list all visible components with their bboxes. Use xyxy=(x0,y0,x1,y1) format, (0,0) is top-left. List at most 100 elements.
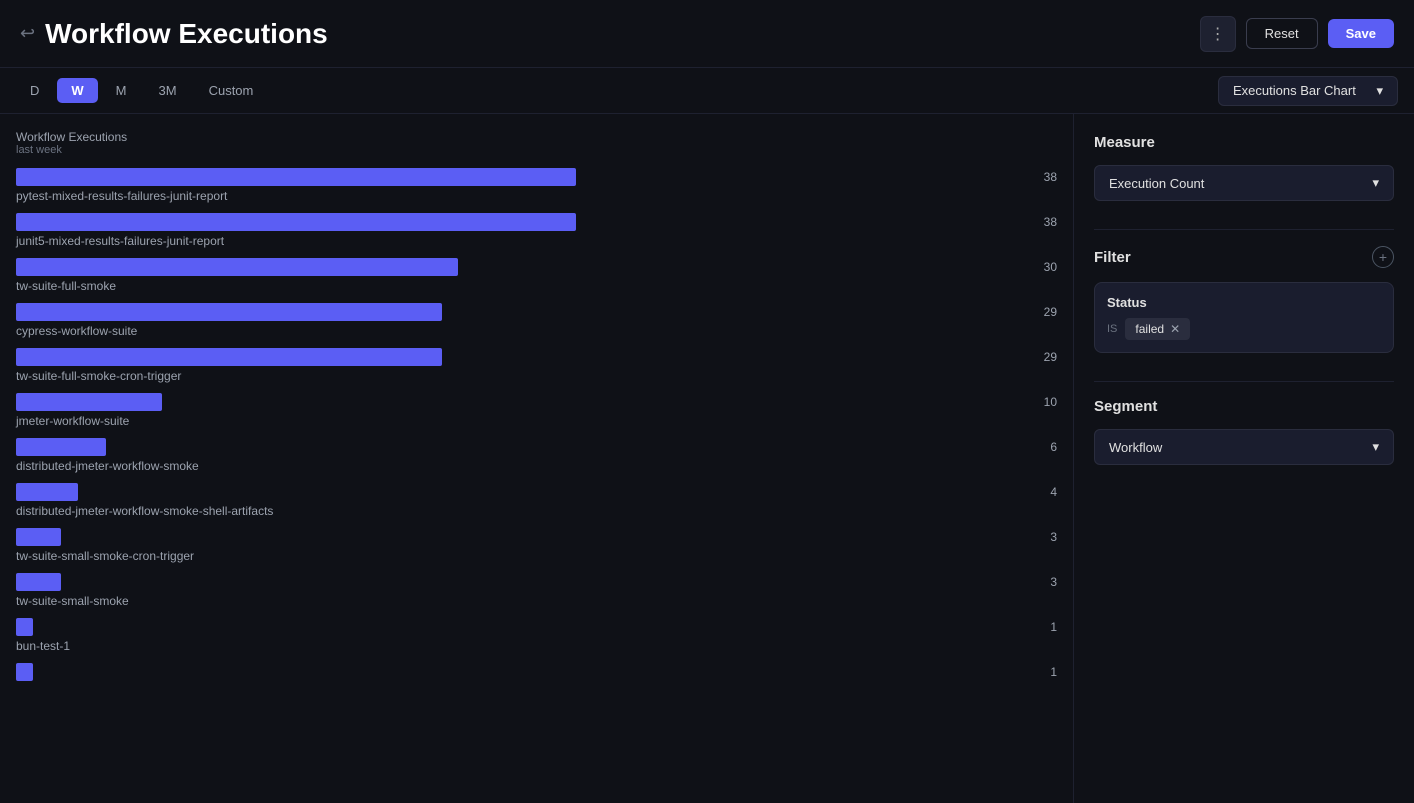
chart-meta: Workflow Executions last week xyxy=(16,130,1057,156)
chart-subtitle: last week xyxy=(16,144,1057,156)
measure-dropdown[interactable]: Execution Count ▾ xyxy=(1094,165,1394,201)
bar-track: 3 xyxy=(16,573,1057,591)
bar-fill xyxy=(16,573,61,591)
bar-label: junit5-mixed-results-failures-junit-repo… xyxy=(16,234,1057,248)
bar-value: 10 xyxy=(1044,395,1057,409)
chart-panel: Workflow Executions last week 38pytest-m… xyxy=(0,114,1074,803)
bar-row: 3 tw-suite-small-smoke xyxy=(16,573,1057,608)
bar-label: jmeter-workflow-suite xyxy=(16,414,1057,428)
bar-value: 29 xyxy=(1044,305,1057,319)
bar-fill xyxy=(16,348,442,366)
header-left: ↩ Workflow Executions xyxy=(20,18,328,50)
bar-label: tw-suite-small-smoke xyxy=(16,594,1057,608)
bar-label: tw-suite-full-smoke xyxy=(16,279,1057,293)
header-right: ⋮ Reset Save xyxy=(1200,16,1394,52)
bar-track: 38 xyxy=(16,213,1057,231)
bar-fill xyxy=(16,258,458,276)
header: ↩ Workflow Executions ⋮ Reset Save xyxy=(0,0,1414,68)
filter-title: Filter xyxy=(1094,249,1131,266)
bar-row: 1 bun-test-1 xyxy=(16,618,1057,653)
bar-fill xyxy=(16,168,576,186)
bar-track: 1 xyxy=(16,663,1057,681)
filter-status-label: Status xyxy=(1107,295,1381,310)
bar-track: 30 xyxy=(16,258,1057,276)
bar-fill xyxy=(16,213,576,231)
bar-value: 29 xyxy=(1044,350,1057,364)
right-panel: Measure Execution Count ▾ Filter + Statu… xyxy=(1074,114,1414,803)
bar-track: 10 xyxy=(16,393,1057,411)
tab-w[interactable]: W xyxy=(57,78,97,103)
bar-fill xyxy=(16,303,442,321)
filter-row: IS failed ✕ xyxy=(1107,318,1381,340)
bar-track: 1 xyxy=(16,618,1057,636)
bar-value: 4 xyxy=(1050,485,1057,499)
bar-track: 3 xyxy=(16,528,1057,546)
tabs-bar: D W M 3M Custom Executions Bar Chart ▾ xyxy=(0,68,1414,114)
bar-label: cypress-workflow-suite xyxy=(16,324,1057,338)
bar-row: 29 tw-suite-full-smoke-cron-trigger xyxy=(16,348,1057,383)
bar-value: 30 xyxy=(1044,260,1057,274)
bar-track: 6 xyxy=(16,438,1057,456)
bar-label: distributed-jmeter-workflow-smoke-shell-… xyxy=(16,504,1057,518)
bar-row: 38pytest-mixed-results-failures-junit-re… xyxy=(16,168,1057,203)
segment-dropdown-label: Workflow xyxy=(1109,440,1162,455)
bar-row: 30 tw-suite-full-smoke xyxy=(16,258,1057,293)
bar-fill xyxy=(16,438,106,456)
chart-type-label: Executions Bar Chart xyxy=(1233,83,1356,98)
chevron-down-icon: ▾ xyxy=(1372,175,1379,191)
chevron-down-icon: ▾ xyxy=(1372,439,1379,455)
bar-value: 3 xyxy=(1050,530,1057,544)
filter-card: Status IS failed ✕ xyxy=(1094,282,1394,353)
chart-type-selector[interactable]: Executions Bar Chart ▾ xyxy=(1218,76,1398,106)
back-icon[interactable]: ↩ xyxy=(20,23,35,44)
bar-fill xyxy=(16,528,61,546)
bar-value: 38 xyxy=(1044,215,1057,229)
page-title: Workflow Executions xyxy=(45,18,328,50)
bar-row: 6 distributed-jmeter-workflow-smoke xyxy=(16,438,1057,473)
bar-fill xyxy=(16,618,33,636)
bar-label: bun-test-1 xyxy=(16,639,1057,653)
tab-3m[interactable]: 3M xyxy=(145,78,191,103)
bar-value: 1 xyxy=(1050,665,1057,679)
bar-fill xyxy=(16,663,33,681)
bar-row: 10 jmeter-workflow-suite xyxy=(16,393,1057,428)
chevron-down-icon: ▾ xyxy=(1376,83,1383,99)
measure-title: Measure xyxy=(1094,134,1394,151)
bar-row: 29 cypress-workflow-suite xyxy=(16,303,1057,338)
bar-label: tw-suite-small-smoke-cron-trigger xyxy=(16,549,1057,563)
bar-row: 1 xyxy=(16,663,1057,681)
filter-tag-close-button[interactable]: ✕ xyxy=(1170,322,1180,336)
segment-title: Segment xyxy=(1094,398,1394,415)
bar-track: 29 xyxy=(16,348,1057,366)
bar-label: distributed-jmeter-workflow-smoke xyxy=(16,459,1057,473)
bar-fill xyxy=(16,393,162,411)
bar-row: 38 junit5-mixed-results-failures-junit-re… xyxy=(16,213,1057,248)
tab-custom[interactable]: Custom xyxy=(195,78,268,103)
segment-dropdown[interactable]: Workflow ▾ xyxy=(1094,429,1394,465)
filter-header: Filter + xyxy=(1094,246,1394,268)
filter-is-label: IS xyxy=(1107,323,1117,335)
more-button[interactable]: ⋮ xyxy=(1200,16,1236,52)
bar-track: 4 xyxy=(16,483,1057,501)
bar-value: 38 xyxy=(1044,170,1057,184)
divider-2 xyxy=(1094,381,1394,382)
bar-value: 1 xyxy=(1050,620,1057,634)
bar-label: tw-suite-full-smoke-cron-trigger xyxy=(16,369,1057,383)
divider-1 xyxy=(1094,229,1394,230)
tab-m[interactable]: M xyxy=(102,78,141,103)
bar-value: 3 xyxy=(1050,575,1057,589)
filter-tag-failed: failed ✕ xyxy=(1125,318,1190,340)
bars-container: 38pytest-mixed-results-failures-junit-re… xyxy=(16,168,1057,681)
save-button[interactable]: Save xyxy=(1328,19,1394,48)
tab-d[interactable]: D xyxy=(16,78,53,103)
segment-section: Segment Workflow ▾ xyxy=(1094,398,1394,465)
filter-tag-label: failed xyxy=(1135,322,1164,336)
bar-row: 4 distributed-jmeter-workflow-smoke-shell… xyxy=(16,483,1057,518)
bar-track: 29 xyxy=(16,303,1057,321)
measure-dropdown-label: Execution Count xyxy=(1109,176,1204,191)
bar-value: 6 xyxy=(1050,440,1057,454)
plus-circle-icon: + xyxy=(1372,246,1394,268)
add-filter-button[interactable]: + xyxy=(1372,246,1394,268)
reset-button[interactable]: Reset xyxy=(1246,18,1318,49)
bar-track: 38 xyxy=(16,168,1057,186)
